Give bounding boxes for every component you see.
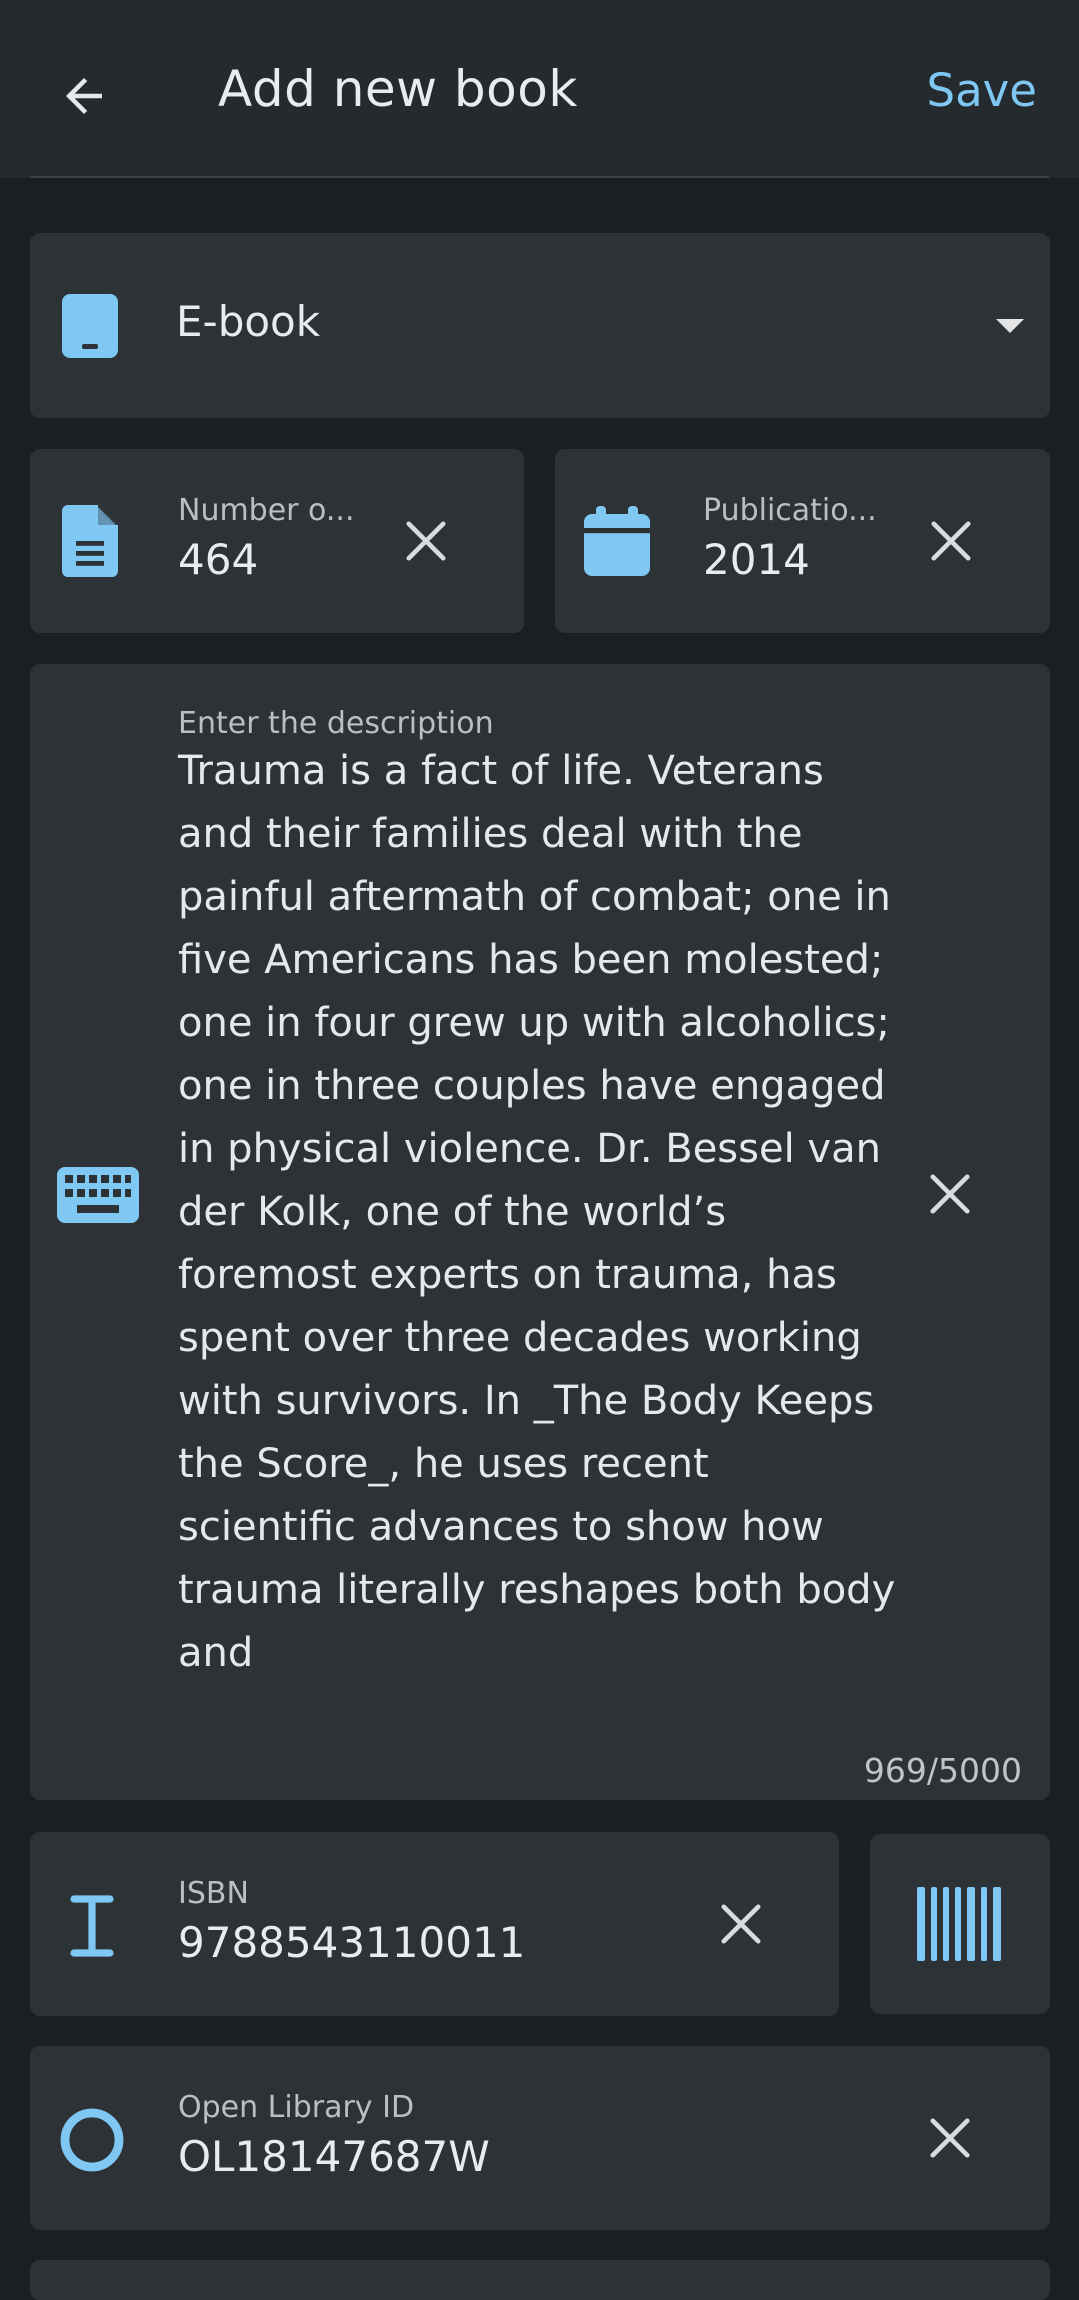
document-icon [60,503,120,579]
arrow-left-icon [66,78,102,114]
save-button[interactable]: Save [927,64,1037,117]
appbar-divider [30,176,1049,178]
description-value[interactable]: Trauma is a fact of life. Veterans and t… [178,740,898,1685]
book-format-value: E-book [176,297,321,346]
isbn-label: ISBN [178,1876,249,1911]
app-bar: Add new book Save [0,0,1079,178]
pages-label: Number o... [178,493,355,528]
pages-value: 464 [178,535,259,584]
isbn-value: 9788543110011 [178,1918,526,1967]
olid-value: OL18147687W [178,2132,490,2181]
back-button[interactable] [52,64,116,128]
barcode-icon [916,1886,1004,1962]
chevron-down-icon[interactable] [996,319,1024,333]
scan-barcode-button[interactable] [870,1834,1050,2014]
close-icon [721,1904,761,1944]
close-icon [406,521,446,561]
close-icon [931,521,971,561]
description-label: Enter the description [178,706,494,741]
isbn-field[interactable]: ISBN 9788543110011 [30,1832,839,2016]
next-field[interactable] [30,2260,1050,2300]
publication-field[interactable]: Publicatio... 2014 [555,449,1050,633]
calendar-icon [583,505,651,577]
circle-icon [58,2106,126,2174]
publication-clear-button[interactable] [921,511,981,571]
close-icon [930,2118,970,2158]
tablet-icon [60,293,120,359]
book-format-dropdown[interactable]: E-book [30,233,1050,418]
publication-value: 2014 [703,535,810,584]
olid-label: Open Library ID [178,2090,415,2125]
close-icon [930,1174,970,1214]
keyboard-icon [56,1164,140,1226]
page-title: Add new book [218,60,578,118]
isbn-clear-button[interactable] [711,1894,771,1954]
olid-field[interactable]: Open Library ID OL18147687W [30,2046,1050,2230]
olid-clear-button[interactable] [920,2108,980,2168]
text-cursor-icon [66,1890,118,1962]
pages-clear-button[interactable] [396,511,456,571]
character-counter: 969/5000 [863,1751,1022,1790]
pages-field[interactable]: Number o... 464 [30,449,524,633]
description-clear-button[interactable] [920,1164,980,1224]
publication-label: Publicatio... [703,493,877,528]
